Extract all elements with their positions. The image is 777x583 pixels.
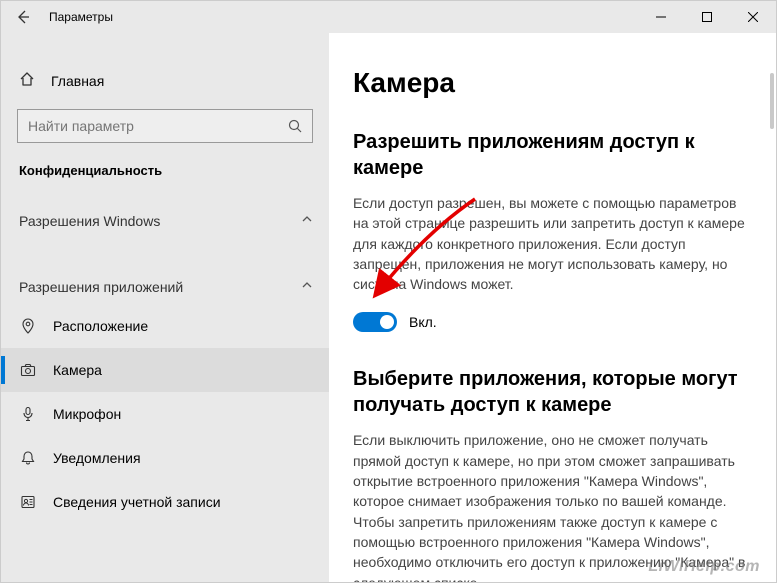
chevron-up-icon (301, 278, 313, 296)
section-description-allow: Если доступ разрешен, вы можете с помощь… (353, 193, 748, 294)
microphone-icon (19, 405, 37, 423)
group-label: Разрешения Windows (19, 213, 160, 229)
sidebar-item-label: Камера (53, 362, 102, 378)
account-icon (19, 493, 37, 511)
camera-access-toggle[interactable] (353, 312, 397, 332)
sidebar: Главная Конфиденциальность Разрешения Wi… (1, 33, 329, 582)
sidebar-item-label: Расположение (53, 318, 148, 334)
minimize-icon (656, 12, 666, 22)
toggle-state-label: Вкл. (409, 314, 437, 330)
sidebar-item-location[interactable]: Расположение (1, 304, 329, 348)
maximize-icon (702, 12, 712, 22)
bell-icon (19, 449, 37, 467)
home-nav[interactable]: Главная (1, 61, 329, 101)
close-button[interactable] (730, 1, 776, 33)
home-label: Главная (51, 73, 104, 89)
home-icon (19, 71, 35, 92)
group-app-permissions[interactable]: Разрешения приложений (1, 238, 329, 304)
sidebar-item-account-info[interactable]: Сведения учетной записи (1, 480, 329, 524)
sidebar-item-microphone[interactable]: Микрофон (1, 392, 329, 436)
back-button[interactable] (1, 1, 45, 33)
window-title: Параметры (45, 10, 113, 24)
sidebar-item-notifications[interactable]: Уведомления (1, 436, 329, 480)
sidebar-item-label: Сведения учетной записи (53, 494, 221, 510)
group-label: Разрешения приложений (19, 279, 183, 295)
sidebar-item-camera[interactable]: Камера (1, 348, 329, 392)
group-windows-permissions[interactable]: Разрешения Windows (1, 188, 329, 238)
search-box[interactable] (17, 109, 313, 143)
scrollbar-thumb[interactable] (770, 73, 774, 129)
back-arrow-icon (15, 9, 31, 25)
close-icon (748, 12, 758, 22)
chevron-up-icon (301, 212, 313, 230)
main-content: Камера Разрешить приложениям доступ к ка… (329, 33, 776, 582)
page-title: Камера (353, 67, 748, 99)
settings-window: Параметры Главная (0, 0, 777, 583)
location-icon (19, 317, 37, 335)
section-header: Конфиденциальность (1, 143, 329, 188)
maximize-button[interactable] (684, 1, 730, 33)
watermark: LiWiHelp.com (648, 558, 760, 576)
sidebar-item-label: Уведомления (53, 450, 141, 466)
search-input[interactable] (18, 118, 278, 134)
sidebar-item-label: Микрофон (53, 406, 121, 422)
search-icon (278, 110, 312, 142)
minimize-button[interactable] (638, 1, 684, 33)
titlebar: Параметры (1, 1, 776, 33)
section-heading-allow: Разрешить приложениям доступ к камере (353, 129, 748, 181)
toggle-knob (380, 315, 394, 329)
section-heading-choose-apps: Выберите приложения, которые могут получ… (353, 366, 748, 418)
camera-icon (19, 361, 37, 379)
camera-access-toggle-row: Вкл. (353, 312, 748, 332)
window-body: Главная Конфиденциальность Разрешения Wi… (1, 33, 776, 582)
